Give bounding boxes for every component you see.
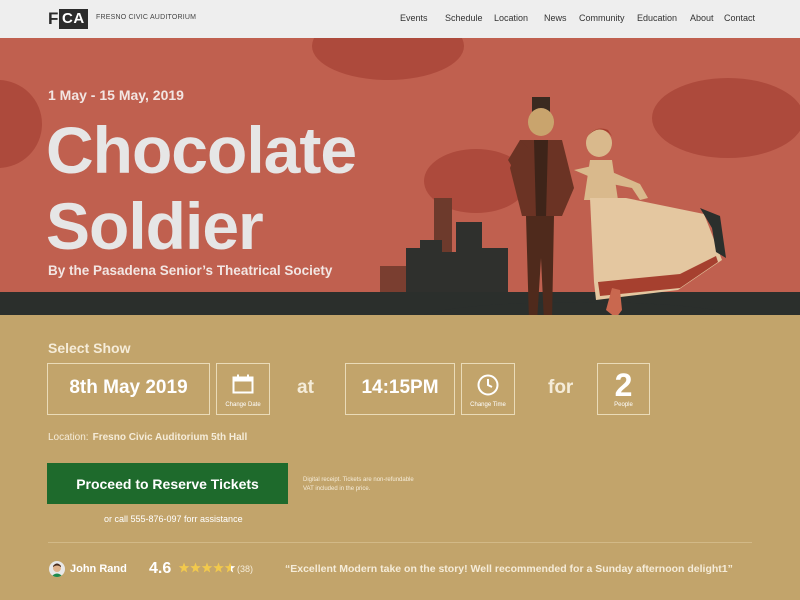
soldier-figure — [508, 97, 574, 315]
receipt-fineprint: Digital receipt. Tickets are non-refunda… — [303, 476, 414, 494]
star-rating — [178, 562, 236, 573]
fineprint-line-2: VAT included in the price. — [303, 486, 371, 492]
nav-community[interactable]: Community — [579, 13, 625, 23]
change-date-label: Change Date — [225, 402, 261, 408]
people-count: 2 — [614, 367, 633, 403]
change-date-button[interactable]: Change Date — [216, 363, 270, 415]
location-label: Location: — [48, 432, 89, 443]
star-icon — [178, 562, 190, 573]
phone-assistance-note: or call 555-876-097 forr assistance — [104, 514, 243, 524]
location-line: Location: Fresno Civic Auditorium 5th Hal… — [48, 432, 247, 443]
reviewer-name: John Rand — [70, 563, 127, 575]
star-icon — [224, 562, 236, 573]
time-display[interactable]: 14:15PM — [345, 363, 455, 415]
star-icon — [190, 562, 201, 573]
city-skyline — [380, 198, 508, 296]
nav-schedule[interactable]: Schedule — [445, 13, 483, 23]
clock-icon — [477, 374, 499, 401]
show-title-line-1: Chocolate — [46, 113, 357, 187]
bg-blob — [652, 78, 800, 158]
calendar-icon — [232, 374, 254, 399]
main-nav: Events Schedule Location News Community … — [0, 13, 800, 27]
people-selector[interactable]: 2 People — [597, 363, 650, 415]
bg-blob — [0, 80, 42, 168]
nav-about[interactable]: About — [690, 13, 714, 23]
nav-education[interactable]: Education — [637, 13, 677, 23]
at-label: at — [297, 377, 314, 398]
selected-date: 8th May 2019 — [69, 377, 188, 398]
fineprint-line-1: Digital receipt. Tickets are non-refunda… — [303, 477, 414, 483]
review-count: (38) — [237, 564, 254, 574]
review-row: John Rand 4.6 (38) “Excellent Modern tak… — [0, 558, 800, 582]
proceed-to-reserve-button[interactable]: Proceed to Reserve Tickets — [47, 463, 288, 504]
rating-score: 4.6 — [149, 560, 172, 577]
change-time-button[interactable]: Change Time — [461, 363, 515, 415]
change-time-label: Change Time — [470, 402, 506, 408]
review-quote: “Excellent Modern take on the story! Wel… — [285, 563, 733, 575]
section-divider — [48, 542, 752, 543]
star-icon — [213, 562, 224, 573]
people-label: People — [614, 402, 633, 408]
star-icon — [201, 562, 213, 573]
hero-banner: 1 May - 15 May, 2019 Chocolate Soldier B… — [0, 38, 800, 315]
nav-contact[interactable]: Contact — [724, 13, 755, 23]
nav-events[interactable]: Events — [400, 13, 428, 23]
nav-news[interactable]: News — [544, 13, 567, 23]
select-show-heading: Select Show — [48, 340, 131, 356]
dancer-figure — [574, 128, 726, 315]
show-title: Chocolate Soldier — [46, 112, 357, 264]
selected-time: 14:15PM — [361, 377, 439, 398]
nav-location[interactable]: Location — [494, 13, 528, 23]
show-subtitle: By the Pasadena Senior’s Theatrical Soci… — [48, 263, 333, 278]
top-nav-bar: F CA FRESNO CIVIC AUDITORIUM Events Sche… — [0, 0, 800, 38]
show-title-line-2: Soldier — [46, 189, 264, 263]
avatar — [49, 561, 65, 577]
location-value: Fresno Civic Auditorium 5th Hall — [92, 432, 248, 443]
date-range: 1 May - 15 May, 2019 — [48, 87, 184, 103]
for-label: for — [548, 377, 574, 398]
date-display[interactable]: 8th May 2019 — [47, 363, 210, 415]
bg-blob — [312, 38, 464, 80]
